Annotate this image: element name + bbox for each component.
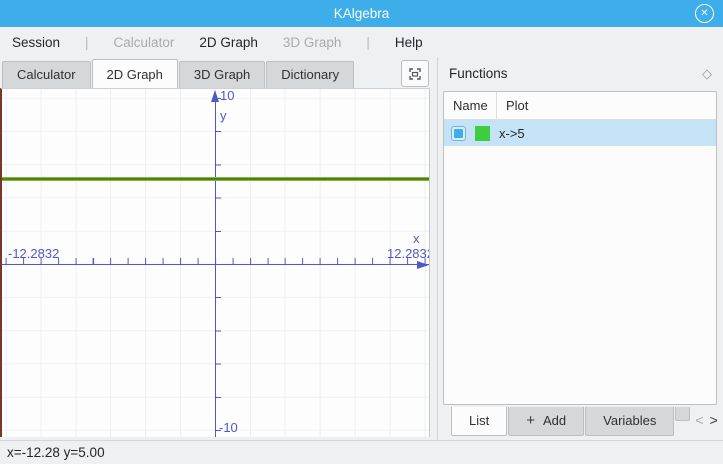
- column-header-plot[interactable]: Plot: [497, 98, 528, 113]
- checkbox-checked-mark: [454, 129, 463, 138]
- fit-to-view-icon: [407, 66, 423, 82]
- y-axis-label: y: [220, 108, 227, 123]
- scroll-left-icon[interactable]: <: [695, 412, 703, 428]
- x-max-label: 12.2832: [387, 246, 430, 261]
- tab-variables[interactable]: Variables: [585, 407, 674, 436]
- functions-panel: Functions ◇ Name Plot x->5 List + Add Va…: [437, 57, 723, 440]
- menubar: Session | Calculator 2D Graph 3D Graph |…: [0, 27, 723, 57]
- main-tabbar: Calculator 2D Graph 3D Graph Dictionary: [0, 57, 433, 88]
- close-icon[interactable]: ✕: [695, 4, 714, 23]
- functions-table: Name Plot x->5: [443, 91, 717, 405]
- menu-3d-graph[interactable]: 3D Graph: [283, 35, 342, 50]
- menu-session[interactable]: Session: [12, 35, 60, 50]
- function-expression: x->5: [499, 126, 525, 141]
- functions-panel-header: Functions ◇: [438, 57, 723, 90]
- statusbar: x=-12.28 y=5.00: [0, 440, 723, 464]
- column-header-name[interactable]: Name: [444, 92, 497, 119]
- titlebar: KAlgebra ✕: [0, 0, 723, 27]
- x-axis-arrow-icon: [417, 261, 429, 269]
- x-min-label: -12.2832: [8, 246, 59, 261]
- functions-panel-title: Functions: [449, 66, 508, 81]
- function-plot-line: [2, 177, 429, 181]
- functions-table-header: Name Plot: [444, 92, 716, 120]
- plus-icon: +: [526, 415, 535, 427]
- y-min-label: -10: [219, 420, 238, 435]
- menu-separator: |: [366, 35, 370, 50]
- tab-scroller: < >: [691, 407, 721, 428]
- x-axis-label: x: [413, 231, 420, 246]
- y-axis-ticks: [215, 89, 221, 437]
- menu-separator: |: [85, 35, 89, 50]
- fit-to-view-button[interactable]: [401, 60, 429, 87]
- tab-2d-graph[interactable]: 2D Graph: [92, 59, 178, 88]
- cursor-coordinates: x=-12.28 y=5.00: [7, 445, 105, 460]
- dock-bottom-tabs: List + Add Variables < >: [438, 407, 723, 437]
- function-color-swatch: [475, 126, 490, 141]
- tab-add-label: Add: [543, 413, 566, 428]
- tab-overflow-partial[interactable]: [675, 407, 690, 421]
- graph-canvas[interactable]: 10 y -10 -12.2832 12.2832 x: [0, 88, 430, 437]
- function-visible-checkbox[interactable]: [451, 126, 466, 141]
- menu-help[interactable]: Help: [395, 35, 423, 50]
- tab-3d-graph[interactable]: 3D Graph: [179, 61, 265, 88]
- tab-list[interactable]: List: [451, 407, 507, 436]
- function-row[interactable]: x->5: [444, 120, 716, 146]
- tab-dictionary[interactable]: Dictionary: [266, 61, 354, 88]
- float-panel-icon[interactable]: ◇: [702, 66, 712, 82]
- scroll-right-icon[interactable]: >: [710, 412, 718, 428]
- y-max-label: 10: [220, 88, 234, 103]
- menu-calculator[interactable]: Calculator: [114, 35, 175, 50]
- tab-calculator[interactable]: Calculator: [2, 61, 91, 88]
- y-axis-arrow-icon: [211, 90, 219, 102]
- tab-add[interactable]: + Add: [508, 407, 584, 436]
- menu-2d-graph[interactable]: 2D Graph: [199, 35, 258, 50]
- window-title: KAlgebra: [334, 6, 390, 21]
